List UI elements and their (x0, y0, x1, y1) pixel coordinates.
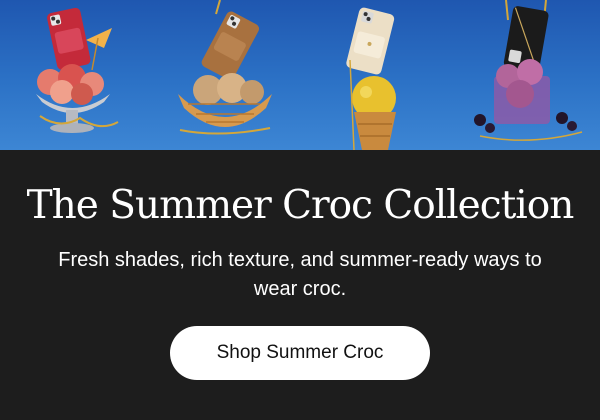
shop-summer-croc-button[interactable]: Shop Summer Croc (170, 326, 430, 380)
cone-phone-case-icon (346, 7, 396, 150)
sundae-phone-case-icon (36, 7, 119, 133)
product-image-red-croc-sundae[interactable] (0, 0, 150, 150)
product-image-black-croc-berries[interactable] (450, 0, 600, 150)
subheading: Fresh shades, rich texture, and summer-r… (58, 249, 542, 300)
product-image-tan-croc-waffle[interactable] (150, 0, 300, 150)
page-title: The Summer Croc Collection (26, 183, 575, 228)
promo-banner: The Summer Croc Collection Fresh shades,… (0, 0, 600, 420)
hero-image-strip[interactable] (0, 0, 600, 150)
berries-phone-case-icon (474, 0, 583, 141)
product-image-white-croc-cone[interactable] (300, 0, 450, 150)
waffle-bowl-phone-case-icon (178, 0, 272, 135)
